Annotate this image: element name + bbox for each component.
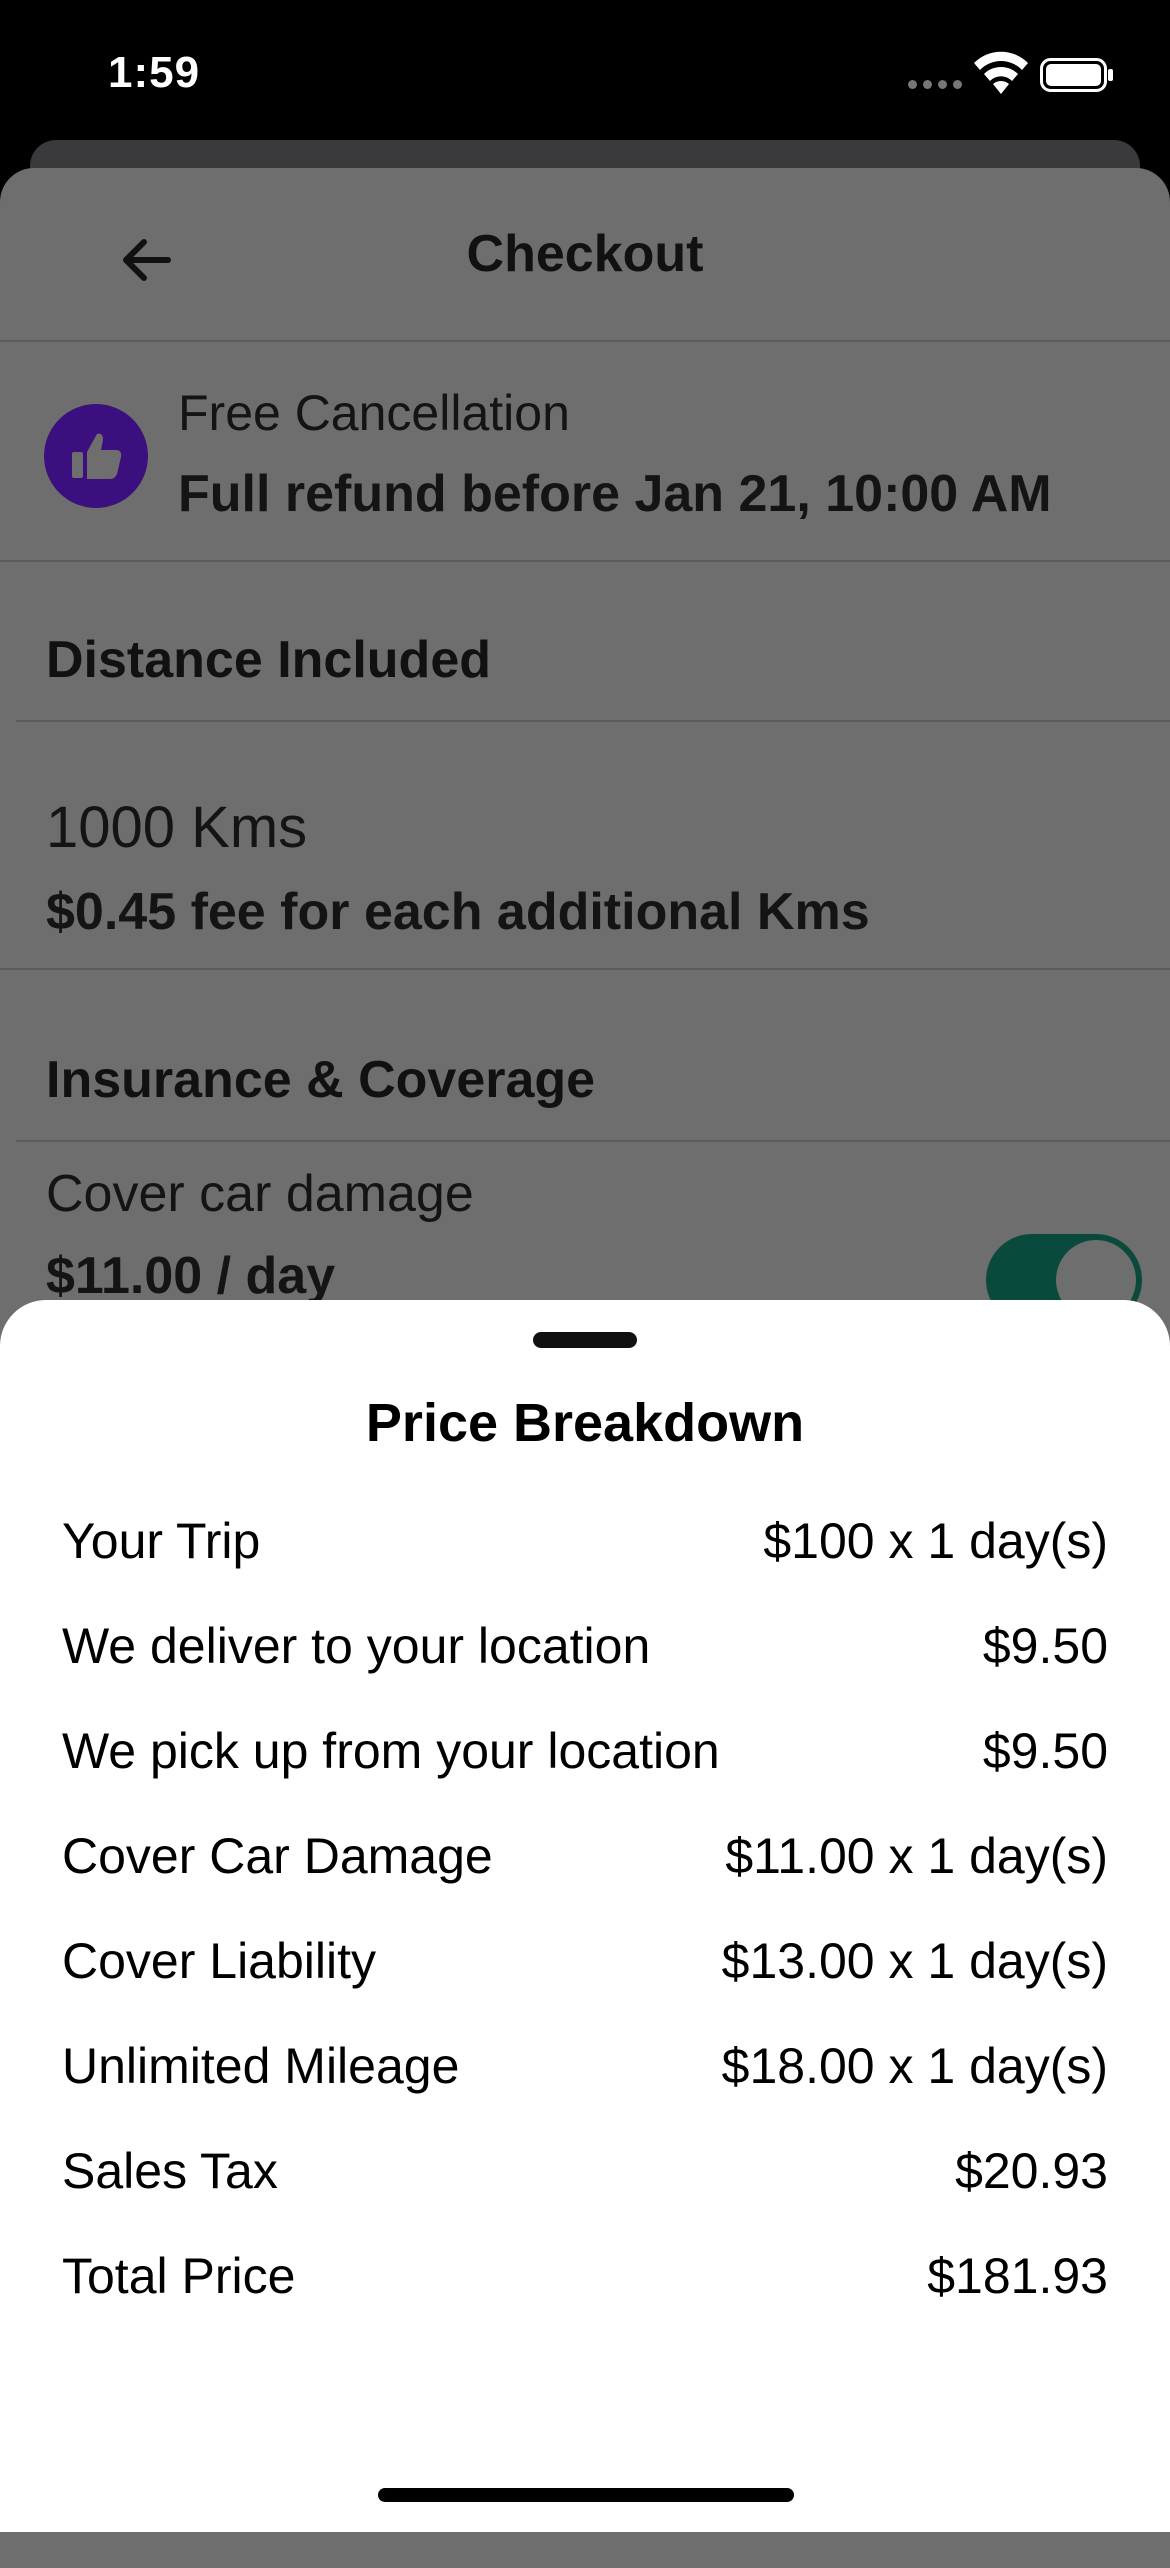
cellular-signal-icon xyxy=(908,80,962,89)
price-row-value: $18.00 x 1 day(s) xyxy=(721,2037,1108,2094)
distance-heading-label: Distance Included xyxy=(46,631,491,689)
status-time: 1:59 xyxy=(108,48,201,97)
price-row-label: We pick up from your location xyxy=(62,1722,720,1779)
price-row-label: Your Trip xyxy=(62,1512,261,1569)
price-row-label: Sales Tax xyxy=(62,2142,278,2199)
distance-heading: Distance Included xyxy=(16,560,1170,722)
price-row-value: $100 x 1 day(s) xyxy=(763,1512,1108,1569)
thumbs-up-icon xyxy=(44,404,148,508)
cover-damage-price: $11.00 / day xyxy=(46,1247,336,1305)
battery-icon xyxy=(1040,58,1113,92)
price-row-liability: Cover Liability $13.00 x 1 day(s) xyxy=(62,1908,1108,2013)
insurance-heading: Insurance & Coverage xyxy=(16,968,1170,1142)
price-row-value: $181.93 xyxy=(927,2247,1108,2304)
page-title: Checkout xyxy=(466,225,704,283)
checkout-header: Checkout xyxy=(0,168,1170,342)
cancellation-subtitle: Full refund before Jan 21, 10:00 AM xyxy=(178,465,1052,523)
status-bar: 1:59 xyxy=(0,0,1170,150)
price-list: Your Trip $100 x 1 day(s) We deliver to … xyxy=(62,1488,1108,2328)
price-row-sales-tax: Sales Tax $20.93 xyxy=(62,2118,1108,2223)
price-row-delivery: We deliver to your location $9.50 xyxy=(62,1593,1108,1698)
distance-block: 1000 Kms $0.45 fee for each additional K… xyxy=(0,754,1170,970)
distance-amount: 1000 Kms xyxy=(46,795,308,860)
free-cancellation-row: Free Cancellation Full refund before Jan… xyxy=(0,340,1170,562)
price-row-your-trip: Your Trip $100 x 1 day(s) xyxy=(62,1488,1108,1593)
price-row-pickup: We pick up from your location $9.50 xyxy=(62,1698,1108,1803)
price-row-value: $9.50 xyxy=(982,1617,1108,1674)
price-row-mileage: Unlimited Mileage $18.00 x 1 day(s) xyxy=(62,2013,1108,2118)
price-row-value: $11.00 x 1 day(s) xyxy=(725,1827,1108,1884)
wifi-icon xyxy=(974,51,1028,94)
price-row-label: Cover Liability xyxy=(62,1932,377,1989)
price-row-value: $13.00 x 1 day(s) xyxy=(721,1932,1108,1989)
price-row-value: $9.50 xyxy=(982,1722,1108,1779)
price-row-label: Unlimited Mileage xyxy=(62,2037,460,2094)
price-breakdown-title: Price Breakdown xyxy=(365,1393,805,1453)
insurance-heading-label: Insurance & Coverage xyxy=(46,1051,596,1109)
price-row-total: Total Price $181.93 xyxy=(62,2223,1108,2328)
price-row-label: We deliver to your location xyxy=(62,1617,651,1674)
sheet-drag-handle[interactable] xyxy=(533,1332,637,1348)
home-indicator[interactable] xyxy=(378,2488,794,2502)
price-row-value: $20.93 xyxy=(955,2142,1108,2199)
cover-damage-label: Cover car damage xyxy=(46,1165,474,1223)
price-breakdown-sheet: Price Breakdown Your Trip $100 x 1 day(s… xyxy=(0,1300,1170,2532)
price-row-label: Total Price xyxy=(62,2247,296,2304)
price-row-car-damage: Cover Car Damage $11.00 x 1 day(s) xyxy=(62,1803,1108,1908)
distance-fee: $0.45 fee for each additional Kms xyxy=(46,883,870,941)
price-row-label: Cover Car Damage xyxy=(62,1827,493,1884)
cancellation-title: Free Cancellation xyxy=(178,385,570,441)
